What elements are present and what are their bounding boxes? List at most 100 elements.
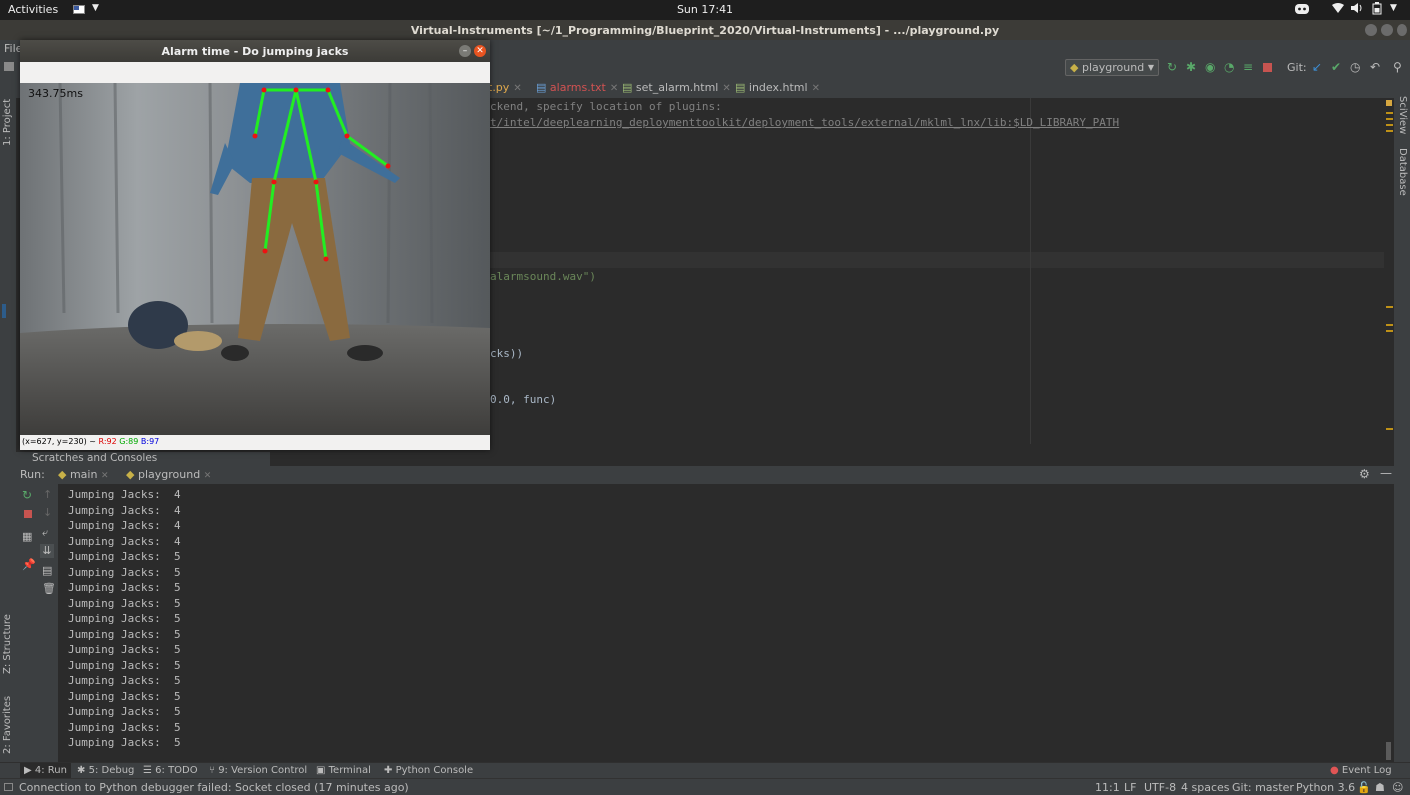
run-config-select[interactable]: ◆ playground ▼ (1065, 59, 1159, 76)
rerun-icon[interactable]: ↻ (1167, 60, 1177, 74)
stripe-mark[interactable] (1386, 130, 1393, 132)
rerun-icon[interactable]: ↻ (22, 488, 32, 502)
git-commit-icon[interactable]: ✔ (1331, 60, 1341, 74)
close-icon[interactable]: ✕ (204, 471, 212, 481)
layout-icon[interactable]: ▦ (22, 530, 32, 543)
tool-window-todo[interactable]: ☰ 6: TODO (143, 765, 198, 776)
scroll-to-end-icon[interactable]: ⇊ (40, 544, 54, 558)
console-scrollbar[interactable] (1384, 484, 1394, 762)
tool-window-version-control[interactable]: ⑂ 9: Version Control (209, 765, 307, 776)
console-line: Jumping Jacks: 5 (68, 596, 181, 610)
debug-icon[interactable]: ✱ (1186, 60, 1196, 74)
pin-icon[interactable]: 📌 (22, 558, 36, 571)
volume-icon[interactable] (1350, 2, 1364, 17)
minimize-button[interactable] (1365, 24, 1377, 36)
event-log-label: Event Log (1341, 765, 1392, 776)
favorites-tool-button[interactable]: 2: Favorites (2, 690, 13, 754)
latency-label: 343.75ms (28, 87, 83, 100)
tab-alarms-txt[interactable]: ▤ alarms.txt ✕ (536, 81, 618, 94)
structure-tool-button[interactable]: Z: Structure (2, 608, 13, 674)
stripe-mark[interactable] (1386, 124, 1393, 126)
indent-setting[interactable]: 4 spaces (1181, 781, 1230, 794)
warning-marker[interactable] (1386, 100, 1392, 106)
sciview-tool-button[interactable]: SciView (1397, 96, 1408, 136)
trash-icon[interactable]: 🗑 (42, 582, 56, 595)
wifi-icon[interactable] (1332, 2, 1344, 17)
tool-window-python-console[interactable]: ✚ Python Console (384, 765, 473, 776)
inspector-icon[interactable]: ☗ (1375, 781, 1385, 794)
stripe-mark[interactable] (1386, 330, 1393, 332)
close-icon[interactable]: ✕ (513, 83, 521, 94)
tool-window-label: Terminal (328, 765, 371, 776)
tab-t-py[interactable]: t.py ✕ (488, 81, 522, 94)
camera-frame[interactable]: 343.75ms (20, 83, 490, 435)
minimize-button[interactable]: – (459, 45, 471, 57)
tool-window-label: 9: Version Control (218, 765, 308, 776)
console-line: Jumping Jacks: 5 (68, 581, 181, 594)
database-tool-button[interactable]: Database (1397, 148, 1408, 204)
stripe-mark[interactable] (1386, 324, 1393, 326)
system-menu-chevron-icon[interactable]: ▼ (1390, 3, 1397, 13)
status-message[interactable]: Connection to Python debugger failed: So… (19, 781, 409, 794)
profile-icon[interactable]: ◔ (1224, 60, 1234, 74)
coverage-icon[interactable]: ◉ (1205, 60, 1215, 74)
discord-tray-icon[interactable] (1294, 2, 1310, 19)
stripe-mark[interactable] (1386, 118, 1393, 120)
tool-window-debug[interactable]: ✱ 5: Debug (77, 765, 134, 776)
revert-icon[interactable]: ↶ (1370, 60, 1380, 74)
tab-index-html[interactable]: ▤ index.html ✕ (735, 81, 820, 94)
python-interpreter[interactable]: Python 3.6 (1296, 781, 1355, 794)
tool-window-run[interactable]: ▶ 4: Run (20, 763, 71, 779)
run-tab-main[interactable]: ◆ main ✕ (58, 468, 109, 481)
tool-window-terminal[interactable]: ▣ Terminal (316, 765, 371, 776)
file-encoding[interactable]: UTF-8 (1144, 781, 1176, 794)
maximize-button[interactable] (1381, 24, 1393, 36)
notifications-icon[interactable]: ☺ (1392, 781, 1403, 794)
tab-set-alarm-html[interactable]: ▤ set_alarm.html ✕ (622, 81, 731, 94)
caret-position[interactable]: 11:1 (1095, 781, 1120, 794)
stripe-mark[interactable] (1386, 428, 1393, 430)
opencv-title-bar[interactable]: Alarm time - Do jumping jacks – ✕ (20, 40, 490, 62)
scratches-and-consoles[interactable]: Scratches and Consoles (16, 452, 270, 466)
git-update-icon[interactable]: ↙ (1312, 60, 1322, 74)
print-icon[interactable]: ▤ (42, 564, 52, 577)
battery-icon[interactable] (1372, 2, 1382, 18)
up-arrow-icon[interactable]: ↑ (43, 488, 52, 501)
folder-icon[interactable] (4, 62, 14, 71)
minimize-panel-icon[interactable]: — (1380, 466, 1392, 480)
code-line: ckend, specify location of plugins: (490, 100, 722, 113)
console-line: Jumping Jacks: 5 (68, 720, 181, 734)
tool-windows-toggle-icon[interactable] (4, 783, 13, 791)
run-tab-playground[interactable]: ◆ playground ✕ (122, 466, 216, 486)
stripe-mark[interactable] (1386, 306, 1393, 308)
down-arrow-icon[interactable]: ↓ (43, 506, 52, 519)
concurrency-icon[interactable]: ≡ (1243, 60, 1253, 74)
play-icon: ▶ (24, 765, 32, 776)
gutter-marker (2, 304, 6, 318)
line-separator[interactable]: LF (1124, 781, 1136, 794)
opencv-window[interactable]: Alarm time - Do jumping jacks – ✕ 343.75… (20, 40, 490, 450)
close-icon[interactable]: ✕ (101, 471, 109, 481)
stop-icon[interactable] (24, 510, 32, 518)
editor-error-stripe[interactable] (1384, 98, 1394, 444)
event-log-button[interactable]: ● Event Log (1330, 765, 1392, 776)
console-output[interactable]: Jumping Jacks: 4 Jumping Jacks: 4 Jumping … (58, 484, 1384, 762)
scrollbar-thumb[interactable] (1386, 742, 1391, 760)
history-icon[interactable]: ◷ (1350, 60, 1360, 74)
code-line: cks)) (490, 347, 524, 360)
git-branch[interactable]: Git: master (1232, 781, 1294, 794)
close-icon[interactable]: ✕ (610, 83, 618, 94)
console-line: Jumping Jacks: 4 (68, 503, 181, 517)
stop-icon[interactable] (1263, 63, 1272, 72)
soft-wrap-icon[interactable]: ⤶ (42, 526, 48, 540)
lock-icon[interactable]: 🔓 (1357, 781, 1371, 794)
stripe-mark[interactable] (1386, 112, 1393, 114)
close-icon[interactable]: ✕ (722, 83, 730, 94)
close-icon[interactable]: ✕ (812, 83, 820, 94)
gear-icon[interactable]: ⚙ (1359, 467, 1370, 481)
project-tool-button[interactable]: 1: Project (2, 86, 13, 146)
close-button[interactable]: ✕ (474, 45, 486, 57)
clock[interactable]: Sun 17:41 (0, 3, 1410, 16)
close-button[interactable] (1397, 24, 1407, 36)
search-icon[interactable]: ⚲ (1393, 60, 1402, 74)
